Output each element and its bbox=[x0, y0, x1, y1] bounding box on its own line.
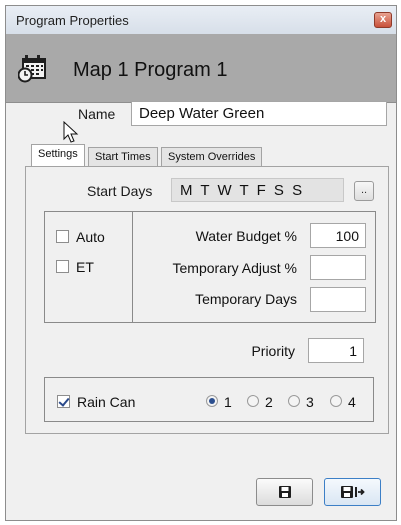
save-and-close-icon bbox=[340, 486, 365, 498]
priority-label: Priority bbox=[251, 343, 295, 359]
rain-can-label: Rain Can bbox=[77, 394, 136, 410]
temporary-adjust-label: Temporary Adjust % bbox=[172, 260, 298, 276]
rain-can-radio-1[interactable] bbox=[206, 395, 218, 407]
name-label: Name bbox=[78, 106, 116, 122]
et-label: ET bbox=[76, 259, 94, 275]
tab-start-times[interactable]: Start Times bbox=[88, 147, 158, 167]
name-input[interactable] bbox=[131, 101, 387, 126]
budget-group-divider bbox=[132, 211, 133, 323]
mouse-cursor-icon bbox=[63, 121, 79, 143]
auto-checkbox[interactable] bbox=[56, 230, 69, 243]
auto-label: Auto bbox=[76, 229, 105, 245]
save-icon bbox=[278, 486, 291, 498]
program-header: Map 1 Program 1 bbox=[6, 34, 396, 103]
rain-can-option-4-label: 4 bbox=[348, 394, 356, 410]
start-days-display: M T W T F S S bbox=[171, 178, 344, 202]
temporary-adjust-input[interactable] bbox=[310, 255, 366, 280]
rain-can-checkbox[interactable] bbox=[57, 395, 70, 408]
window-title: Program Properties bbox=[16, 13, 129, 28]
rain-can-option-1-label: 1 bbox=[224, 394, 232, 410]
calendar-clock-icon bbox=[18, 55, 46, 83]
start-days-edit-button[interactable]: .. bbox=[354, 181, 374, 201]
et-checkbox[interactable] bbox=[56, 260, 69, 273]
save-and-close-button[interactable] bbox=[324, 478, 381, 506]
save-button[interactable] bbox=[256, 478, 313, 506]
water-budget-label: Water Budget % bbox=[195, 228, 297, 244]
tab-system-overrides[interactable]: System Overrides bbox=[161, 147, 263, 167]
rain-can-option-2-label: 2 bbox=[265, 394, 273, 410]
close-button[interactable]: x bbox=[374, 12, 392, 28]
rain-can-option-3-label: 3 bbox=[306, 394, 314, 410]
start-days-label: Start Days bbox=[87, 183, 153, 199]
rain-can-radio-4[interactable] bbox=[330, 395, 342, 407]
priority-input[interactable] bbox=[308, 338, 364, 363]
temporary-days-label: Temporary Days bbox=[195, 291, 297, 307]
temporary-days-input[interactable] bbox=[310, 287, 366, 312]
rain-can-radio-3[interactable] bbox=[288, 395, 300, 407]
program-title: Map 1 Program 1 bbox=[73, 59, 228, 81]
tab-settings[interactable]: Settings bbox=[31, 144, 85, 167]
rain-can-radio-2[interactable] bbox=[247, 395, 259, 407]
water-budget-input[interactable] bbox=[310, 223, 366, 248]
title-bar[interactable]: Program Properties x bbox=[6, 6, 396, 35]
